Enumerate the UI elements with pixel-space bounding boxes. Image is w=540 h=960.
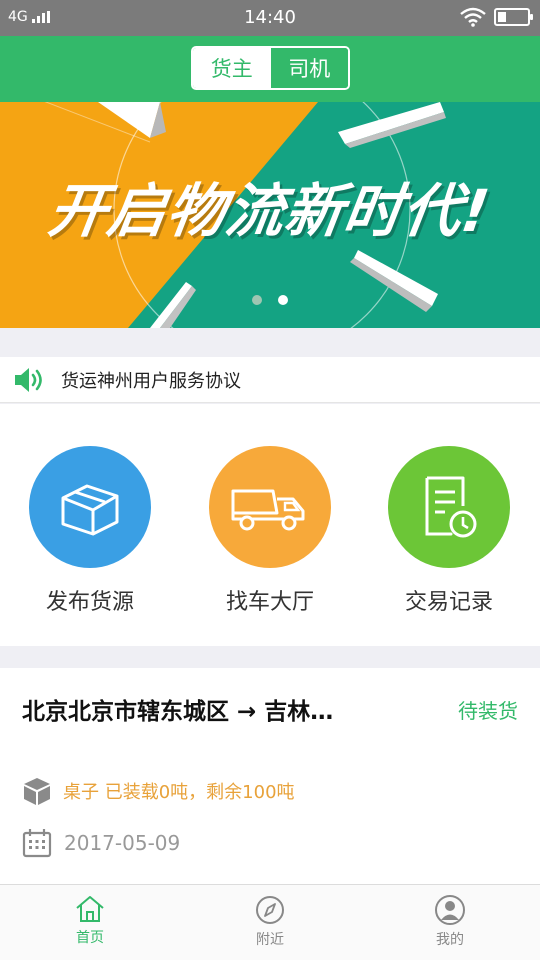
cargo-row: 桌子 已装载0吨，剩余100吨	[22, 776, 295, 806]
speaker-icon	[15, 367, 42, 392]
order-date: 2017-05-09	[64, 831, 181, 855]
role-tab-shipper[interactable]: 货主	[193, 48, 271, 88]
find-truck-button[interactable]: 找车大厅	[195, 446, 345, 616]
battery-icon	[494, 8, 533, 26]
wifi-icon	[460, 7, 486, 27]
status-bar: 4G 14:40	[0, 0, 540, 36]
cube-icon	[24, 778, 50, 805]
document-clock-icon	[388, 446, 510, 568]
trade-records-button[interactable]: 交易记录	[374, 446, 524, 616]
notice-bar[interactable]: 货运神州用户服务协议	[0, 357, 540, 403]
home-icon	[76, 896, 104, 922]
truck-icon	[209, 446, 331, 568]
quick-actions: 发布货源 找车大厅 交易记录	[0, 404, 540, 646]
calendar-icon	[22, 829, 52, 858]
promo-banner[interactable]: 开启物流新时代!	[0, 102, 540, 328]
tab-label: 首页	[76, 930, 104, 946]
status-right	[460, 7, 533, 27]
tab-home[interactable]: 首页	[0, 885, 180, 960]
order-card[interactable]: 北京北京市辖东城区 → 吉林… 待装货 桌子 已装载0吨，剩余100吨 2017…	[0, 668, 540, 884]
action-label: 发布货源	[45, 590, 134, 615]
carousel-dot-active[interactable]	[278, 295, 288, 305]
order-status: 待装货	[458, 699, 518, 723]
notice-text[interactable]: 货运神州用户服务协议	[61, 367, 241, 393]
action-label: 找车大厅	[225, 590, 314, 615]
box-icon	[29, 446, 151, 568]
tab-me[interactable]: 我的	[360, 885, 540, 960]
role-tab-driver[interactable]: 司机	[270, 48, 348, 88]
banner-headline: 开启物流新时代!	[44, 177, 495, 245]
role-toggle: 货主 司机	[191, 46, 350, 90]
carousel-indicator	[0, 295, 540, 305]
order-route: 北京北京市辖东城区 → 吉林…	[22, 699, 334, 725]
carousel-dot[interactable]	[252, 295, 262, 305]
action-label: 交易记录	[404, 590, 493, 615]
status-time: 14:40	[244, 7, 296, 28]
bottom-tab-bar: 首页 附近 我的	[0, 884, 540, 960]
tab-label: 附近	[256, 932, 284, 948]
tab-label: 我的	[436, 932, 464, 948]
date-row: 2017-05-09	[22, 828, 180, 858]
cargo-info: 桌子 已装载0吨，剩余100吨	[63, 782, 295, 803]
app-header: 货主 司机	[0, 36, 540, 102]
publish-cargo-button[interactable]: 发布货源	[15, 446, 165, 616]
tab-nearby[interactable]: 附近	[180, 885, 360, 960]
compass-icon	[256, 896, 284, 924]
user-icon	[435, 895, 465, 925]
